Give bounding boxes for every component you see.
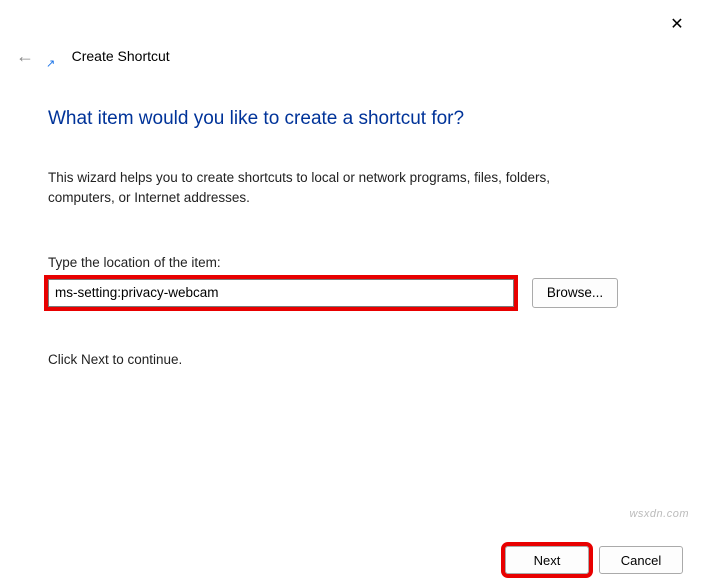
back-arrow-icon[interactable]: ← [16,46,34,67]
continue-instruction: Click Next to continue. [48,352,667,367]
close-icon[interactable]: ✕ [665,12,689,36]
watermark: wsxdn.com [629,508,689,520]
wizard-description: This wizard helps you to create shortcut… [48,168,608,209]
main-heading: What item would you like to create a sho… [48,108,667,130]
shortcut-icon: ↗ [46,57,60,71]
page-title: Create Shortcut [72,48,170,64]
wizard-header: ← ↗ Create Shortcut [16,46,170,67]
wizard-content: What item would you like to create a sho… [48,108,667,367]
wizard-footer: Next Cancel [505,546,683,574]
close-symbol: ✕ [670,14,683,34]
cancel-button[interactable]: Cancel [599,546,683,574]
next-button[interactable]: Next [505,546,589,574]
input-row: Browse... [48,278,667,308]
location-label: Type the location of the item: [48,255,667,270]
browse-button[interactable]: Browse... [532,278,618,308]
location-input[interactable] [48,279,514,307]
